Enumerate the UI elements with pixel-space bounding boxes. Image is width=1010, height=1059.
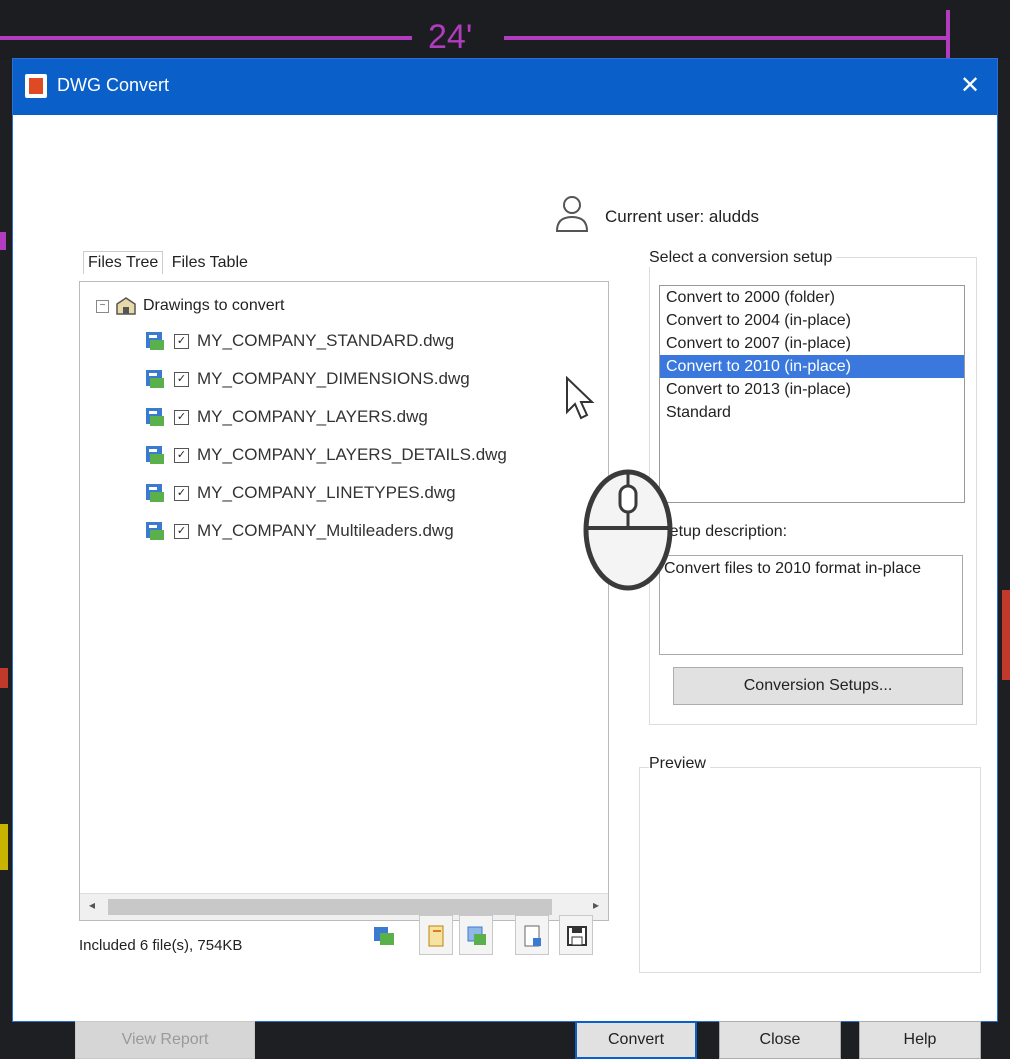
tree-item[interactable]: ✓ MY_COMPANY_DIMENSIONS.dwg <box>144 368 470 390</box>
side-mark-right <box>1002 590 1010 680</box>
files-tree-panel[interactable]: − Drawings to convert ✓ MY_COMPANY_STAND… <box>79 281 609 921</box>
included-files-status: Included 6 file(s), 754KB <box>79 937 243 954</box>
preview-label: Preview <box>649 755 710 773</box>
include-checkbox[interactable]: ✓ <box>174 447 189 463</box>
file-view-tabs: Files Tree Files Table <box>83 251 252 274</box>
dwg-file-icon <box>146 370 164 388</box>
setup-description-box: Convert files to 2010 format in-place <box>659 555 963 655</box>
close-icon[interactable]: ✕ <box>955 71 985 100</box>
tree-root[interactable]: − Drawings to convert <box>96 296 284 316</box>
setup-list-item[interactable]: Standard <box>660 401 964 424</box>
conversion-setups-button[interactable]: Conversion Setups... <box>673 667 963 705</box>
title-bar[interactable]: DWG Convert ✕ <box>13 59 997 115</box>
help-button[interactable]: Help <box>859 1021 981 1059</box>
scroll-thumb[interactable] <box>108 899 552 915</box>
user-icon <box>555 196 589 232</box>
dimension-line-left <box>0 36 412 40</box>
current-user-label: Current user: aludds <box>605 207 760 226</box>
include-checkbox[interactable]: ✓ <box>174 485 189 501</box>
mouse-pointer-icon <box>566 376 595 420</box>
dimension-label: 24' <box>428 18 473 56</box>
tab-files-table[interactable]: Files Table <box>168 252 252 274</box>
dialog-body: Current user: aludds Files Tree Files Ta… <box>13 115 997 1059</box>
window-title: DWG Convert <box>57 75 170 95</box>
setup-list-item[interactable]: Convert to 2000 (folder) <box>660 286 964 309</box>
cad-background <box>0 0 1010 60</box>
tree-item-label: MY_COMPANY_Multileaders.dwg <box>197 521 454 540</box>
save-list-button[interactable] <box>559 915 593 955</box>
setup-list-item[interactable]: Convert to 2013 (in-place) <box>660 378 964 401</box>
tree-item[interactable]: ✓ MY_COMPANY_LINETYPES.dwg <box>144 482 456 504</box>
scroll-left-icon[interactable]: ◂ <box>84 898 100 912</box>
tree-item[interactable]: ✓ MY_COMPANY_LAYERS.dwg <box>144 406 428 428</box>
add-files-icon <box>374 927 394 945</box>
preview-group <box>639 767 981 973</box>
dwg-file-icon <box>146 332 164 350</box>
tree-item-label: MY_COMPANY_STANDARD.dwg <box>197 331 455 350</box>
tab-files-tree[interactable]: Files Tree <box>83 251 164 274</box>
collapse-icon[interactable]: − <box>96 299 109 313</box>
setup-description-label: Setup description: <box>659 523 792 541</box>
tree-item[interactable]: ✓ MY_COMPANY_LAYERS_DETAILS.dwg <box>144 444 507 466</box>
tree-item[interactable]: ✓ MY_COMPANY_STANDARD.dwg <box>144 330 454 352</box>
tree-item-label: MY_COMPANY_LAYERS.dwg <box>197 407 428 426</box>
append-list-icon <box>524 925 541 947</box>
side-mark-yellow <box>0 824 8 870</box>
dimension-tick <box>946 10 950 60</box>
tree-item-label: MY_COMPANY_LINETYPES.dwg <box>197 483 456 502</box>
dimension-line-right <box>504 36 946 40</box>
include-checkbox[interactable]: ✓ <box>174 371 189 387</box>
include-checkbox[interactable]: ✓ <box>174 409 189 425</box>
tree-item[interactable]: ✓ MY_COMPANY_Multileaders.dwg <box>144 520 454 542</box>
new-list-button[interactable] <box>419 915 453 955</box>
tree-item-label: MY_COMPANY_DIMENSIONS.dwg <box>197 369 470 388</box>
setup-list-item-selected[interactable]: Convert to 2010 (in-place) <box>660 355 964 378</box>
drawings-folder-icon <box>116 297 136 315</box>
scroll-right-icon[interactable]: ▸ <box>588 898 604 912</box>
dwg-file-icon <box>146 446 164 464</box>
open-list-icon <box>467 926 486 945</box>
setup-list-item[interactable]: Convert to 2004 (in-place) <box>660 309 964 332</box>
tree-item-label: MY_COMPANY_LAYERS_DETAILS.dwg <box>197 445 507 464</box>
close-button[interactable]: Close <box>719 1021 841 1059</box>
select-setup-label: Select a conversion setup <box>649 249 837 267</box>
setup-list-item[interactable]: Convert to 2007 (in-place) <box>660 332 964 355</box>
convert-button[interactable]: Convert <box>575 1021 697 1059</box>
include-checkbox[interactable]: ✓ <box>174 523 189 539</box>
tree-root-label: Drawings to convert <box>143 297 285 314</box>
conversion-setup-list[interactable]: Convert to 2000 (folder) Convert to 2004… <box>659 285 965 503</box>
dwg-file-icon <box>146 484 164 502</box>
append-list-button[interactable] <box>515 915 549 955</box>
mouse-click-illustration <box>583 469 673 591</box>
app-icon <box>25 74 47 98</box>
dwg-file-icon <box>146 522 164 540</box>
add-files-button[interactable] <box>367 915 401 955</box>
open-list-button[interactable] <box>459 915 493 955</box>
new-list-icon <box>428 925 444 947</box>
save-icon <box>567 926 587 946</box>
include-checkbox[interactable]: ✓ <box>174 333 189 349</box>
side-mark-left <box>0 232 6 250</box>
view-report-button[interactable]: View Report <box>75 1021 255 1059</box>
dwg-file-icon <box>146 408 164 426</box>
dwg-convert-dialog: DWG Convert ✕ Current user: aludds Files… <box>12 58 998 1059</box>
side-mark-left-lower <box>0 668 8 688</box>
